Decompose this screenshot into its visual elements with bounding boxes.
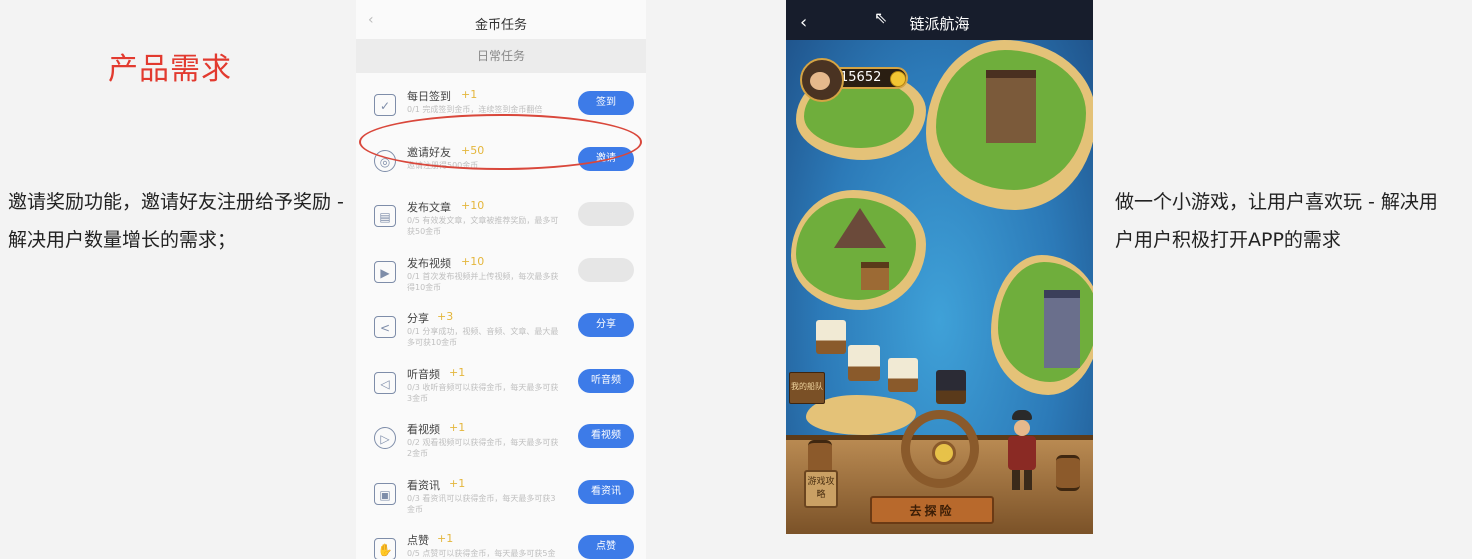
task-description: 0/3 看资讯可以获得金币，每天最多可获3金币 [407,493,556,514]
volcano-icon [834,208,886,248]
task-description: 0/3 收听音频可以获得金币，每天最多可获3金币 [407,382,559,403]
task-row: ▣ 看资讯 +1 0/3 看资讯可以获得金币，每天最多可获3金币 看资讯 [356,469,646,525]
game-screen: 我的船队 游戏攻略 去探险 15652 ‹ 链派航海 ⇖ [786,0,1093,534]
task-action-button [578,202,634,226]
ship-icon[interactable] [816,320,846,354]
task-screen: ‹ 金币任务 日常任务 ✓ 每日签到 +1 0/1 完成签到金币，连续签到金币翻倍 签到… [356,0,646,559]
task-reward: +1 [449,365,466,379]
task-action-button [578,257,634,282]
cursor-icon: ⇖ [874,8,888,27]
play-icon: ▷ [374,427,396,449]
coin-count: 15652 [840,70,882,85]
task-name: 看资讯 [407,478,440,492]
task-row: ✋ 点赞 +1 0/5 点赞可以获得金币，每天最多可获5金币 点赞 [356,524,646,559]
pirate-captain-icon [1004,410,1040,490]
like-icon: ✋ [374,538,396,559]
task-description: 0/5 有效发文章，文章被推荐奖励，最多可获50金币 [407,216,559,236]
product-requirements-heading: 产品需求 [108,52,232,87]
task-screen-header: ‹ 金币任务 [356,0,646,38]
invite-feature-description: 邀请奖励功能，邀请好友注册给予奖励 - 解决用户数量增长的需求； [8,191,344,251]
task-action-button[interactable]: 看视频 [578,424,634,448]
highlight-oval [359,114,642,170]
task-action-button[interactable]: 分享 [578,313,634,337]
share-icon: < [374,316,396,338]
task-name: 发布文章 [407,201,451,214]
task-row: ▶ 发布视频 +10 0/1 首次发布视频并上传视频，每次最多获得10金币 [356,247,646,303]
page-title: 金币任务 [474,18,527,33]
task-name: 发布视频 [407,256,451,270]
task-description: 0/1 首次发布视频并上传视频，每次最多获得10金币 [407,271,559,292]
game-feature-description: 做一个小游戏，让用户喜欢玩 - 解决用户用户积极打开APP的需求 [1115,191,1438,251]
video-icon: ▶ [374,260,396,283]
task-row: < 分享 +3 0/1 分享成功，视频、音频、文章、最大最多可获10金币 分享 [356,302,646,358]
task-name: 每日签到 [407,90,451,103]
coin-icon [890,71,906,87]
task-row: ▤ 发布文章 +10 0/5 有效发文章，文章被推荐奖励，最多可获50金币 [356,191,646,247]
task-action-button[interactable]: 点赞 [578,535,634,559]
fortress-icon [1044,290,1080,368]
hut-icon [861,262,889,290]
task-row: ◁ 听音频 +1 0/3 收听音频可以获得金币，每天最多可获3金币 听音频 [356,358,646,414]
task-reward: +1 [449,476,466,490]
checkin-icon: ✓ [374,94,396,116]
task-reward: +1 [449,421,466,434]
task-description: 0/1 分享成功，视频、音频、文章、最大最多可获10金币 [407,327,559,347]
ship-icon[interactable] [848,345,880,381]
task-name: 看视频 [407,423,440,436]
task-reward: +1 [461,88,478,101]
news-icon: ▣ [374,482,396,505]
avatar-face [810,72,830,90]
ship-icon[interactable] [888,358,918,392]
my-fleet-sign[interactable]: 我的船队 [789,372,825,404]
task-action-button[interactable]: 签到 [578,91,634,115]
adventure-button[interactable]: 去探险 [870,496,994,524]
task-name: 分享 [407,312,429,325]
task-action-button[interactable]: 看资讯 [578,479,634,504]
castle-icon [986,70,1036,143]
article-icon: ▤ [374,205,396,227]
task-row: ▷ 看视频 +1 0/2 观看视频可以获得金币，每天最多可获2金币 看视频 [356,413,646,469]
task-reward: +10 [461,254,485,268]
task-reward: +1 [437,532,454,545]
task-reward: +3 [437,310,454,323]
ship-wheel-hub [932,441,956,465]
task-name: 点赞 [407,534,429,547]
task-description: 0/5 点赞可以获得金币，每天最多可获5金币 [407,549,556,558]
task-reward: +10 [461,199,485,212]
task-action-button[interactable]: 听音频 [578,368,634,393]
audio-icon: ◁ [374,371,396,394]
game-guide-button[interactable]: 游戏攻略 [804,470,838,508]
task-description: 0/2 观看视频可以获得金币，每天最多可获2金币 [407,438,559,458]
ship-icon[interactable] [936,370,966,404]
page-title: 链派航海 [909,15,970,33]
barrel-icon [1056,455,1080,491]
task-name: 听音频 [407,367,440,381]
section-header: 日常任务 [356,39,646,73]
